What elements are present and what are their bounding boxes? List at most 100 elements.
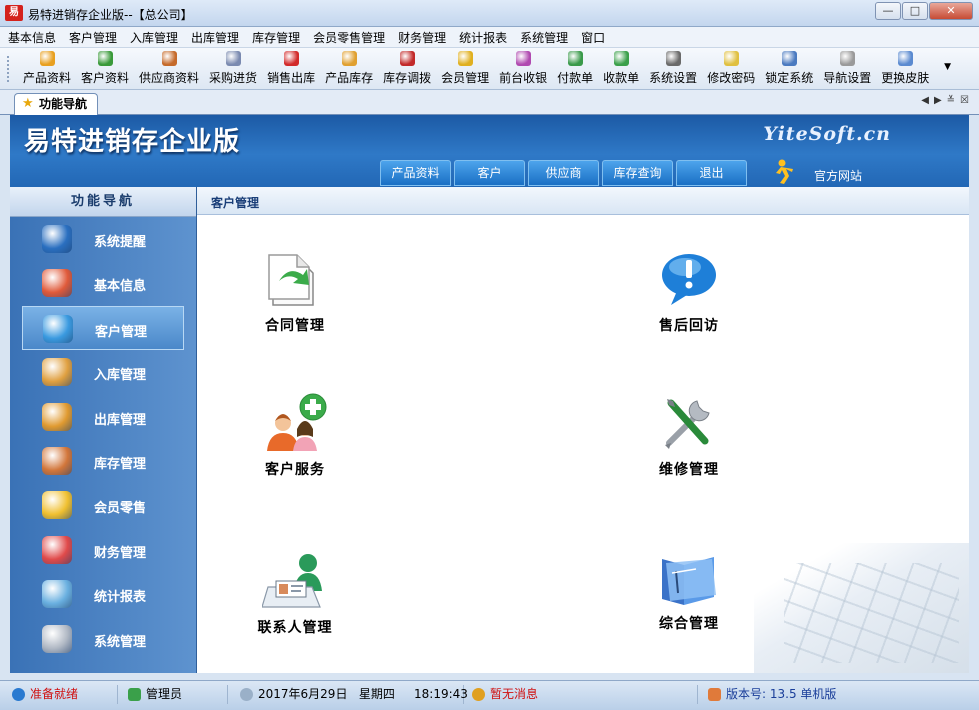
func-label: 售后回访 bbox=[659, 318, 719, 334]
header-banner: 易特进销存企业版 YiteSoft.cn 产品资料 客户 供应商 库存查询 退出… bbox=[10, 115, 969, 187]
sidebar-item-0[interactable]: 系统提醒 bbox=[22, 217, 184, 261]
toolbar-button-label: 会员管理 bbox=[441, 71, 490, 85]
banner-customer-button[interactable]: 客户 bbox=[454, 160, 525, 186]
settings-icon bbox=[665, 51, 681, 66]
tab-function-nav[interactable]: ★ 功能导航 bbox=[14, 93, 99, 115]
user-icon bbox=[128, 688, 141, 701]
sidebar-item-7[interactable]: 财务管理 bbox=[22, 528, 184, 572]
sidebar-item-3[interactable]: 入库管理 bbox=[22, 350, 184, 394]
sidebar-item-8[interactable]: 统计报表 bbox=[22, 572, 184, 616]
nav-settings-icon bbox=[839, 51, 855, 66]
member-retail-icon bbox=[42, 491, 72, 520]
func-after-sales[interactable]: 售后回访 bbox=[629, 251, 749, 335]
menu-customer[interactable]: 客户管理 bbox=[69, 29, 117, 46]
func-repair[interactable]: 维修管理 bbox=[629, 393, 749, 479]
tab-list-icon[interactable]: ≚ bbox=[947, 95, 955, 106]
sidebar-item-2[interactable]: 客户管理 bbox=[22, 305, 184, 351]
toolbar-button-label: 前台收银 bbox=[499, 71, 548, 85]
menu-system[interactable]: 系统管理 bbox=[520, 29, 568, 46]
box-out-icon bbox=[42, 402, 72, 431]
menu-stock-out[interactable]: 出库管理 bbox=[191, 29, 239, 46]
menu-window[interactable]: 窗口 bbox=[581, 29, 605, 46]
maximize-button[interactable]: □ bbox=[902, 2, 928, 20]
banner-product-button[interactable]: 产品资料 bbox=[380, 160, 451, 186]
toolbar-button-0[interactable]: 产品资料 bbox=[18, 48, 76, 89]
toolbar-button-label: 产品库存 bbox=[325, 71, 374, 85]
toolbar-button-15[interactable]: 更换皮肤 bbox=[876, 48, 934, 89]
close-button[interactable]: ✕ bbox=[929, 2, 973, 20]
banner-supplier-button[interactable]: 供应商 bbox=[528, 160, 599, 186]
toolbar-button-3[interactable]: 采购进货 bbox=[204, 48, 262, 89]
app-logo-icon: 易 bbox=[5, 5, 23, 21]
content-area: 合同管理 售后回访 客户服务 维修管理 联系人管理 综合管理 bbox=[197, 215, 969, 673]
title-bar: 易 易特进销存企业版--【总公司】 — □ ✕ bbox=[0, 0, 979, 27]
banner-title: 易特进销存企业版 bbox=[24, 127, 241, 157]
tab-controls: ◀ ▶ ≚ ☒ bbox=[916, 95, 969, 106]
toolbar-button-11[interactable]: 系统设置 bbox=[644, 48, 702, 89]
tab-close-icon[interactable]: ☒ bbox=[960, 95, 969, 106]
toolbar-grip[interactable] bbox=[7, 56, 10, 82]
minimize-button[interactable]: — bbox=[875, 2, 901, 20]
sidebar-item-label: 财务管理 bbox=[94, 545, 147, 561]
func-contacts[interactable]: 联系人管理 bbox=[235, 551, 355, 637]
func-general[interactable]: 综合管理 bbox=[629, 551, 749, 633]
toolbar-button-6[interactable]: 库存调拨 bbox=[378, 48, 436, 89]
func-label: 客户服务 bbox=[265, 462, 325, 478]
toolbar-button-14[interactable]: 导航设置 bbox=[818, 48, 876, 89]
status-time: 18:19:43 bbox=[414, 687, 468, 701]
sidebar-item-1[interactable]: 基本信息 bbox=[22, 261, 184, 305]
status-messages[interactable]: 暂无消息 bbox=[468, 685, 698, 704]
menu-basic-info[interactable]: 基本信息 bbox=[8, 29, 56, 46]
sidebar: 功能导航 系统提醒 基本信息 客户管理 入库管理 出库管理 库存管理 会员零售 财务管理 统计报… bbox=[10, 187, 197, 673]
menu-stock-in[interactable]: 入库管理 bbox=[130, 29, 178, 46]
cubes-icon bbox=[42, 269, 72, 298]
toolbar-button-12[interactable]: 修改密码 bbox=[702, 48, 760, 89]
sidebar-item-5[interactable]: 库存管理 bbox=[22, 439, 184, 483]
func-customer-service[interactable]: 客户服务 bbox=[235, 393, 355, 479]
func-contract[interactable]: 合同管理 bbox=[235, 251, 355, 335]
menu-reports[interactable]: 统计报表 bbox=[459, 29, 507, 46]
toolbar-overflow-icon[interactable]: ▼ bbox=[944, 62, 951, 72]
toolbar-button-8[interactable]: 前台收银 bbox=[494, 48, 552, 89]
menu-finance[interactable]: 财务管理 bbox=[398, 29, 446, 46]
func-label: 联系人管理 bbox=[257, 620, 333, 636]
status-user: 管理员 bbox=[124, 685, 228, 704]
sidebar-item-4[interactable]: 出库管理 bbox=[22, 395, 184, 439]
running-man-icon[interactable] bbox=[772, 159, 796, 187]
menu-inventory[interactable]: 库存管理 bbox=[252, 29, 300, 46]
warehouse-icon bbox=[42, 446, 72, 475]
toolbar-button-label: 收款单 bbox=[603, 71, 640, 85]
tab-prev-icon[interactable]: ◀ bbox=[921, 95, 929, 106]
func-label: 综合管理 bbox=[659, 616, 719, 632]
payment-icon bbox=[567, 51, 583, 66]
toolbar: 产品资料 客户资料 供应商资料 采购进货 销售出库 产品库存 库存调拨 会员管理 前台收银 付款单… bbox=[0, 48, 979, 90]
sidebar-item-6[interactable]: 会员零售 bbox=[22, 483, 184, 527]
menu-member-retail[interactable]: 会员零售管理 bbox=[313, 29, 385, 46]
sidebar-item-label: 会员零售 bbox=[94, 501, 147, 517]
toolbar-button-9[interactable]: 付款单 bbox=[552, 48, 598, 89]
sidebar-item-label: 库存管理 bbox=[94, 456, 147, 472]
toolbar-button-2[interactable]: 供应商资料 bbox=[134, 48, 204, 89]
official-site-link[interactable]: 官方网站 bbox=[814, 167, 862, 184]
banner-brand: YiteSoft.cn bbox=[763, 123, 891, 145]
tab-next-icon[interactable]: ▶ bbox=[934, 95, 942, 106]
status-weekday: 星期四 bbox=[358, 687, 395, 701]
toolbar-button-7[interactable]: 会员管理 bbox=[436, 48, 494, 89]
info-icon bbox=[42, 225, 72, 253]
sidebar-item-9[interactable]: 系统管理 bbox=[22, 617, 184, 661]
banner-inventory-query-button[interactable]: 库存查询 bbox=[602, 160, 673, 186]
toolbar-button-5[interactable]: 产品库存 bbox=[320, 48, 378, 89]
content-header: 客户管理 bbox=[197, 187, 969, 215]
toolbar-button-1[interactable]: 客户资料 bbox=[76, 48, 134, 89]
purchase-icon bbox=[225, 51, 241, 66]
finance-icon bbox=[42, 535, 72, 564]
func-label: 合同管理 bbox=[265, 318, 325, 334]
sidebar-item-label: 入库管理 bbox=[94, 368, 147, 384]
toolbar-button-13[interactable]: 锁定系统 bbox=[760, 48, 818, 89]
banner-exit-button[interactable]: 退出 bbox=[676, 160, 747, 186]
supplier-icon bbox=[161, 51, 177, 66]
window-controls: — □ ✕ bbox=[874, 2, 973, 20]
toolbar-button-4[interactable]: 销售出库 bbox=[262, 48, 320, 89]
toolbar-button-10[interactable]: 收款单 bbox=[598, 48, 644, 89]
cashier-icon bbox=[515, 51, 531, 66]
